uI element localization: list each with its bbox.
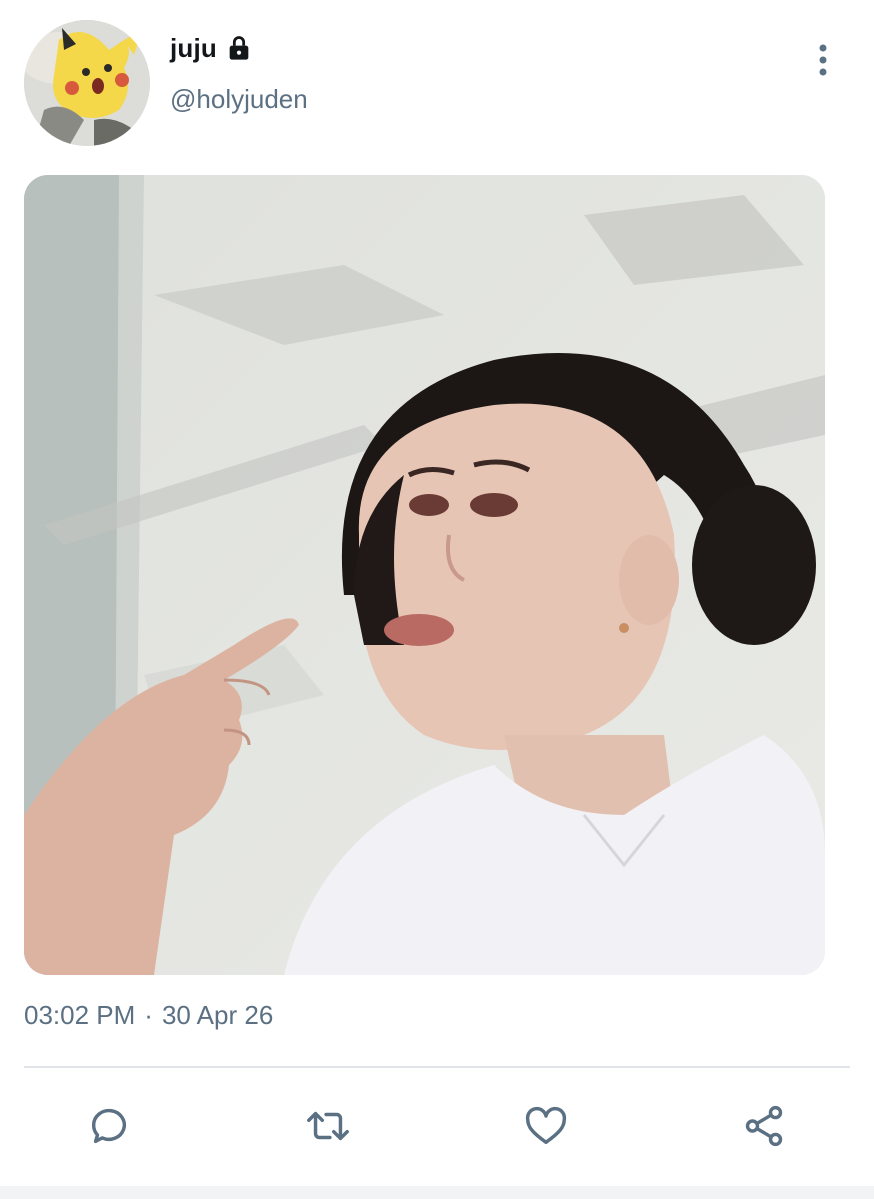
tweet-actions-bar [0,1080,874,1170]
pikachu-avatar-icon [24,20,150,146]
reply-button[interactable] [83,1100,135,1152]
display-name-row: juju [170,30,308,66]
more-options-button[interactable] [808,40,838,80]
share-button[interactable] [738,1100,790,1152]
avatar[interactable] [24,20,150,146]
user-handle[interactable]: @holyjuden [170,84,308,115]
heart-icon [525,1106,567,1145]
divider [24,1066,850,1068]
tweet-timestamp[interactable]: 03:02 PM · 30 Apr 26 [24,1000,273,1031]
timestamp-separator: · [144,1000,153,1030]
tweet-header: juju @holyjuden [0,0,874,160]
tweet-time: 03:02 PM [24,1000,136,1030]
share-icon [745,1105,783,1147]
lock-icon [225,34,253,62]
reply-icon [91,1108,127,1144]
tweet-media-photo[interactable] [24,175,825,975]
tweet-date: 30 Apr 26 [161,1000,274,1030]
bottom-edge [0,1186,874,1199]
photo-image [24,175,825,975]
user-names: juju @holyjuden [170,30,308,115]
retweet-button[interactable] [302,1100,354,1152]
display-name[interactable]: juju [170,33,217,64]
like-button[interactable] [520,1100,572,1152]
more-vertical-icon [819,44,827,76]
retweet-icon [307,1111,349,1141]
